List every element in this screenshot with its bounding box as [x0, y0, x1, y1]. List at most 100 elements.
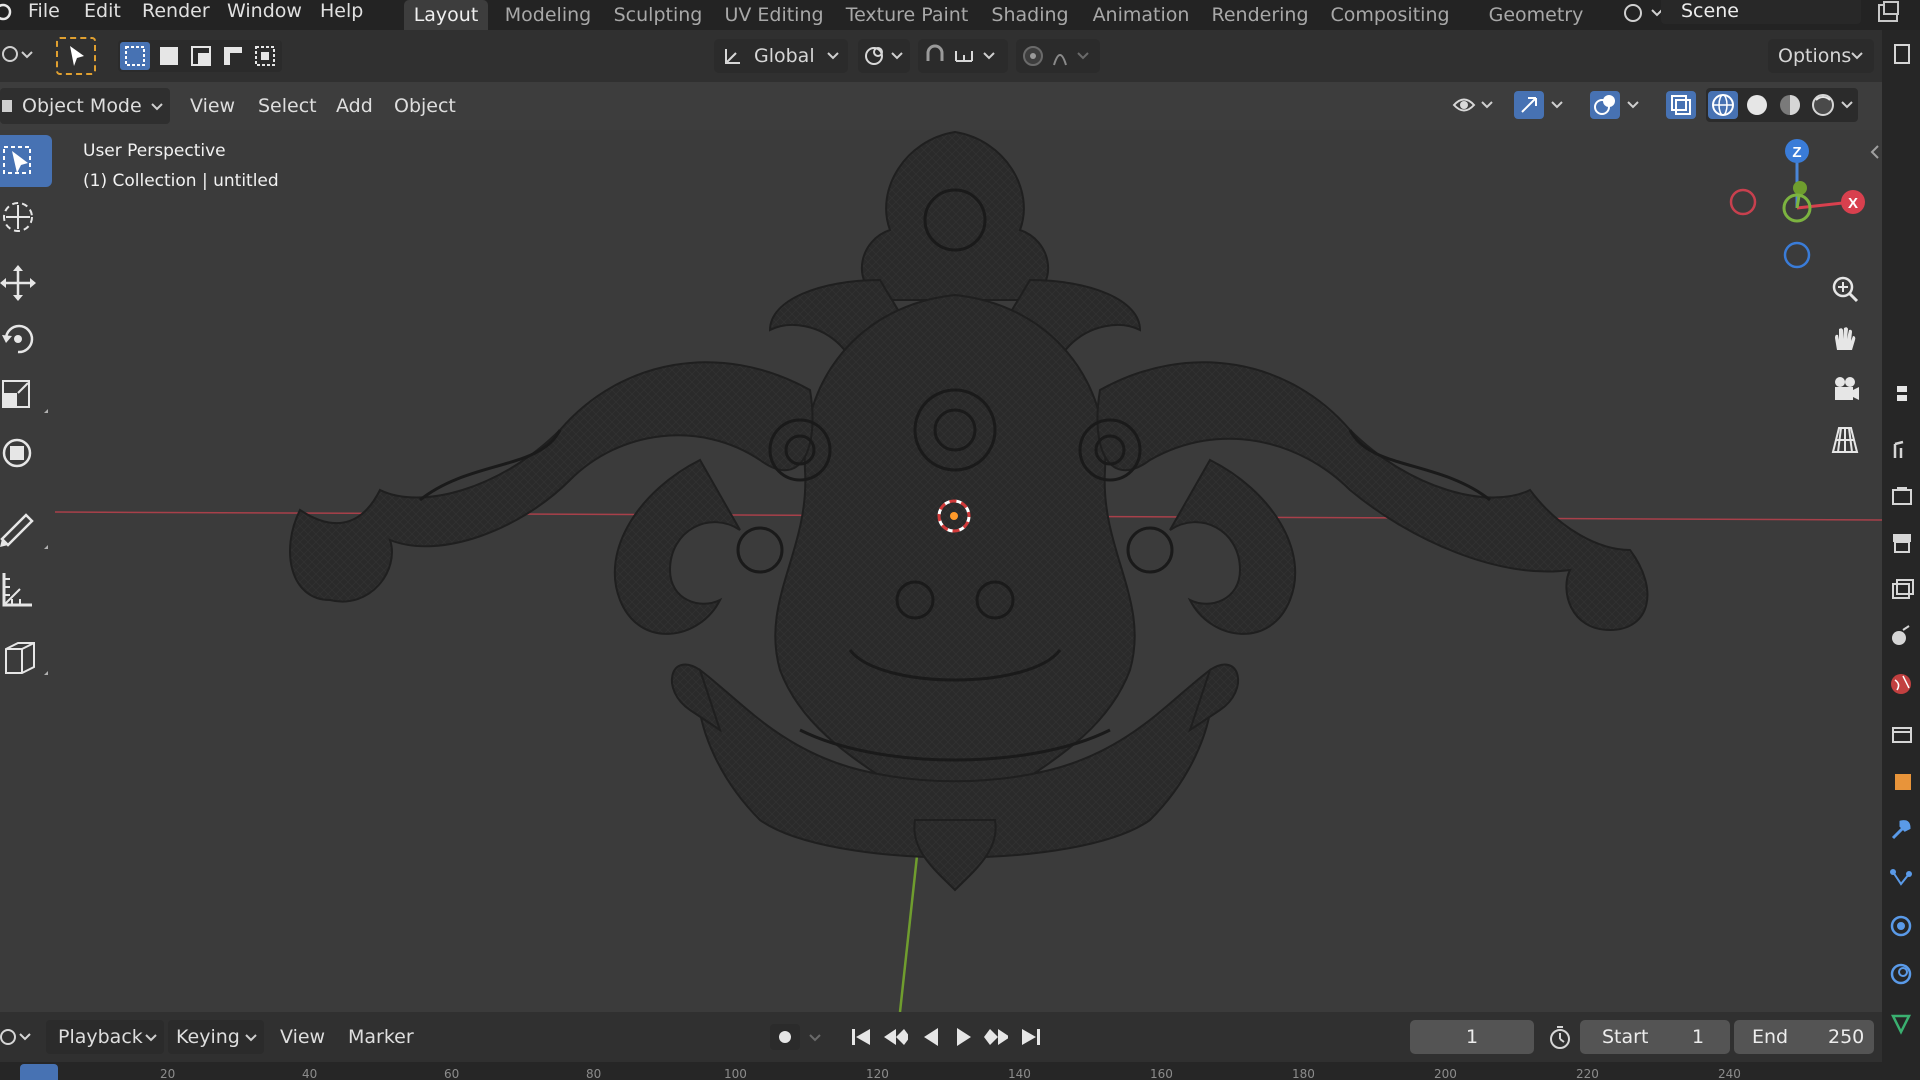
world-properties-icon[interactable] — [1887, 670, 1915, 698]
tab-texture-paint[interactable]: Texture Paint — [842, 0, 972, 30]
playback-dropdown[interactable]: Playback — [46, 1020, 164, 1054]
pan-hand-icon — [1835, 327, 1856, 350]
tool-move[interactable] — [0, 257, 52, 309]
tool-transform[interactable] — [0, 427, 52, 479]
end-label: End — [1752, 1026, 1789, 1048]
options-dropdown[interactable]: Options — [1768, 39, 1874, 73]
ornament-mesh[interactable] — [0, 130, 1882, 1012]
timeline-menu-view[interactable]: View — [280, 1020, 325, 1054]
projection-toggle-button[interactable] — [1825, 420, 1865, 460]
outliner-toggle-icon[interactable] — [1887, 40, 1915, 68]
scene-name-field[interactable]: Scene — [1661, 0, 1861, 24]
auto-keying-toggle[interactable] — [770, 1024, 826, 1050]
proportional-falloff-icon — [1023, 46, 1089, 66]
menu-select[interactable]: Select — [250, 88, 325, 124]
modifier-properties-icon[interactable] — [1887, 816, 1915, 844]
properties-options-icon[interactable] — [1887, 380, 1915, 408]
tool-annotate[interactable] — [0, 503, 52, 555]
collection-properties-icon[interactable] — [1887, 720, 1915, 748]
menu-object[interactable]: Object — [386, 88, 464, 124]
end-frame-field[interactable]: End 250 — [1734, 1020, 1874, 1054]
tool-select-box[interactable] — [0, 135, 52, 187]
tab-animation[interactable]: Animation — [1088, 0, 1194, 30]
ruler-number: 120 — [866, 1067, 889, 1080]
navigation-gizmo[interactable]: Z X — [1720, 130, 1870, 270]
sidebar-collapse-icon[interactable] — [1868, 142, 1882, 162]
tab-sculpting[interactable]: Sculpting — [606, 0, 710, 30]
z-axis-label: Z — [1792, 144, 1801, 161]
physics-properties-icon[interactable] — [1887, 912, 1915, 940]
viewport-header: Object Mode View Select Add Object — [0, 82, 1882, 130]
tab-shading[interactable]: Shading — [988, 0, 1072, 30]
timeline-menu-marker[interactable]: Marker — [348, 1020, 414, 1054]
play-reverse-icon[interactable] — [918, 1024, 944, 1050]
jump-prev-keyframe-icon[interactable] — [882, 1024, 908, 1050]
timeline-ruler[interactable]: 20 40 60 80 100 120 140 160 180 200 220 … — [0, 1062, 1882, 1080]
view-layer-properties-icon[interactable] — [1887, 574, 1915, 602]
tool-measure[interactable] — [0, 563, 52, 615]
ruler-number: 240 — [1718, 1067, 1741, 1080]
menu-edit[interactable]: Edit — [84, 0, 121, 24]
jump-end-icon[interactable] — [1018, 1024, 1044, 1050]
pan-button[interactable] — [1825, 320, 1865, 360]
new-scene-icon[interactable] — [1876, 1, 1902, 25]
playback-label: Playback — [58, 1026, 143, 1048]
zoom-button[interactable] — [1825, 270, 1865, 310]
menu-help[interactable]: Help — [320, 0, 363, 24]
editor-type-icon[interactable] — [0, 40, 36, 70]
jump-next-keyframe-icon[interactable] — [982, 1024, 1008, 1050]
render-properties-icon[interactable] — [1887, 482, 1915, 510]
timeline-editor-type-icon[interactable] — [0, 1026, 34, 1048]
gizmo-toggle[interactable] — [1512, 88, 1572, 122]
tool-rotate[interactable] — [0, 313, 52, 365]
constraint-properties-icon[interactable] — [1887, 960, 1915, 988]
object-properties-icon[interactable] — [1887, 768, 1915, 796]
keying-dropdown[interactable]: Keying — [168, 1020, 264, 1054]
visibility-dropdown[interactable] — [1448, 88, 1500, 122]
particles-properties-icon[interactable] — [1887, 864, 1915, 892]
cursor-arrow-icon — [70, 46, 84, 66]
tab-geometry-nodes[interactable]: Geometry Nod — [1468, 0, 1604, 56]
menu-window[interactable]: Window — [227, 0, 302, 24]
tool-scale[interactable] — [0, 369, 52, 421]
preview-range-icon[interactable] — [1546, 1024, 1574, 1052]
proportional-editing-toggle[interactable] — [1016, 39, 1100, 73]
playhead-indicator[interactable] — [20, 1064, 58, 1080]
scene-properties-icon[interactable] — [1887, 622, 1915, 650]
pivot-point-dropdown[interactable] — [858, 39, 910, 73]
tab-layout[interactable]: Layout — [404, 0, 488, 30]
ruler-number: 160 — [1150, 1067, 1173, 1080]
tool-add-cube[interactable] — [0, 629, 52, 681]
play-icon[interactable] — [951, 1024, 977, 1050]
tab-rendering[interactable]: Rendering — [1208, 0, 1312, 30]
properties-tab-strip — [1882, 30, 1920, 1080]
transform-orientation-dropdown[interactable]: Global — [714, 39, 848, 73]
tab-uv-editing[interactable]: UV Editing — [718, 0, 830, 30]
ruler-number: 220 — [1576, 1067, 1599, 1080]
camera-view-button[interactable] — [1825, 370, 1865, 410]
tab-compositing[interactable]: Compositing — [1326, 0, 1454, 30]
current-frame-field[interactable]: 1 — [1410, 1020, 1534, 1054]
jump-start-icon[interactable] — [848, 1024, 874, 1050]
start-frame-field[interactable]: Start 1 — [1580, 1020, 1730, 1054]
menu-file[interactable]: File — [28, 0, 60, 24]
mode-dropdown[interactable]: Object Mode — [0, 88, 170, 124]
menu-render[interactable]: Render — [142, 0, 210, 24]
scene-selector-icon[interactable] — [1622, 2, 1666, 24]
tool-properties-icon[interactable] — [1887, 436, 1915, 464]
output-properties-icon[interactable] — [1887, 528, 1915, 556]
neg-z-axis-handle — [1783, 241, 1811, 269]
3d-viewport[interactable]: User Perspective (1) Collection | untitl… — [0, 130, 1882, 1012]
active-tool-button[interactable] — [56, 37, 96, 75]
menu-view[interactable]: View — [182, 88, 243, 124]
select-box-icon — [3, 146, 31, 174]
blender-logo-icon[interactable] — [0, 2, 12, 22]
menu-add[interactable]: Add — [328, 88, 381, 124]
data-properties-icon[interactable] — [1887, 1008, 1915, 1036]
overlays-toggle[interactable] — [1588, 88, 1648, 122]
add-cube-icon — [5, 642, 48, 675]
snapping-toggle[interactable] — [918, 39, 1008, 73]
tab-modeling[interactable]: Modeling — [498, 0, 598, 30]
tool-cursor[interactable] — [0, 191, 52, 243]
xray-toggle[interactable] — [1664, 88, 1698, 122]
